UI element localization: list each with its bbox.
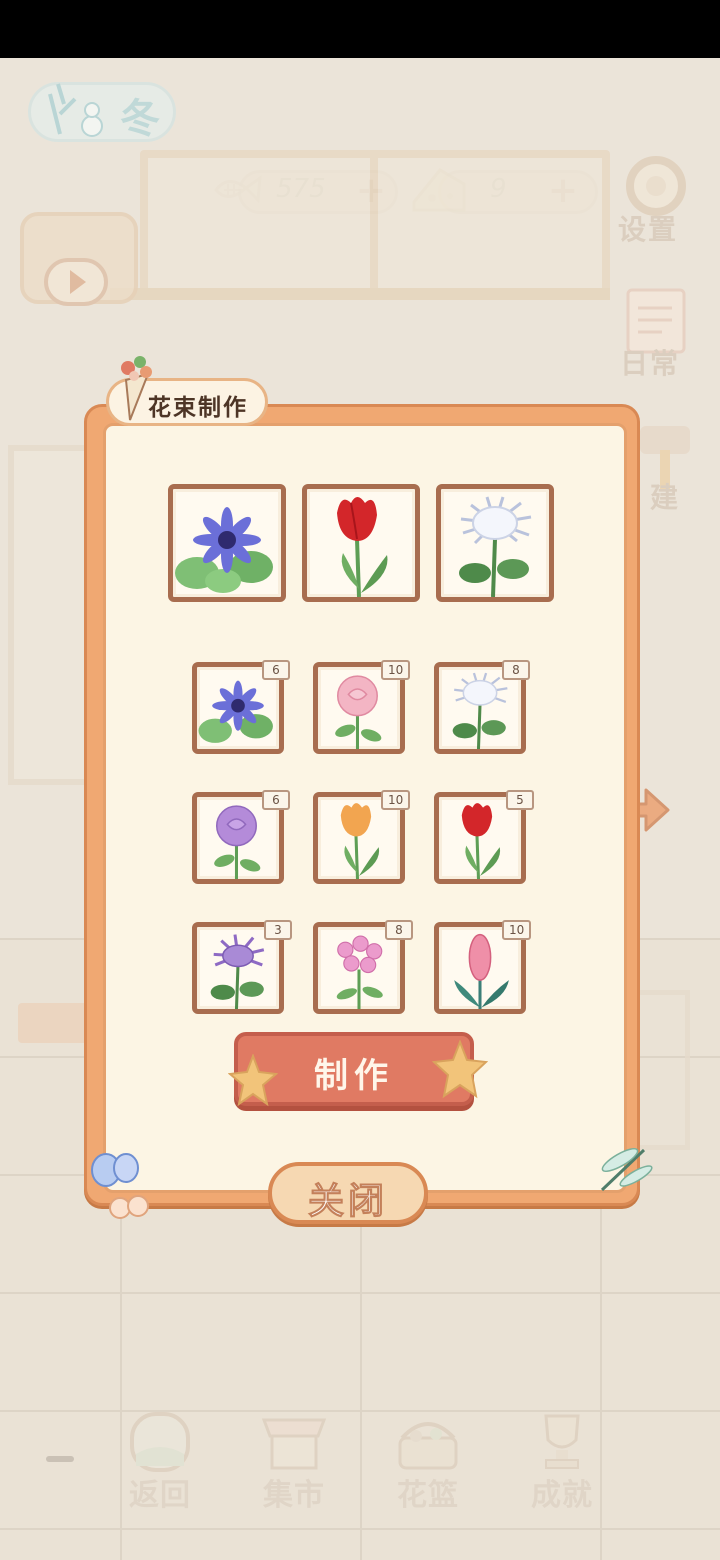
dragonfly-icon: [600, 1147, 653, 1192]
white-chrysanthemum-icon: [459, 496, 532, 597]
count-badge: 10: [381, 660, 411, 680]
bouquet-slot-3[interactable]: [436, 484, 554, 602]
star-decoration-icon: [228, 1054, 278, 1107]
count-badge: 3: [264, 920, 292, 940]
close-label: 关闭: [307, 1181, 388, 1223]
count-badge: 8: [502, 660, 530, 680]
count-badge: 6: [262, 790, 290, 810]
bouquet-slot-1[interactable]: [168, 484, 286, 602]
count-badge: 6: [262, 660, 290, 680]
butterfly-icon: [91, 1153, 149, 1219]
count-badge: 10: [502, 920, 532, 940]
count-badge: 5: [506, 790, 534, 810]
red-tulip-icon: [337, 497, 388, 597]
count-badge: 10: [381, 790, 411, 810]
bouquet-slot-2[interactable]: [302, 484, 420, 602]
star-decoration-icon: [432, 1040, 488, 1099]
status-bar: [0, 0, 720, 58]
count-badge: 8: [385, 920, 413, 940]
bouquet-icon: [121, 356, 152, 421]
blue-daisy-icon: [175, 507, 273, 593]
